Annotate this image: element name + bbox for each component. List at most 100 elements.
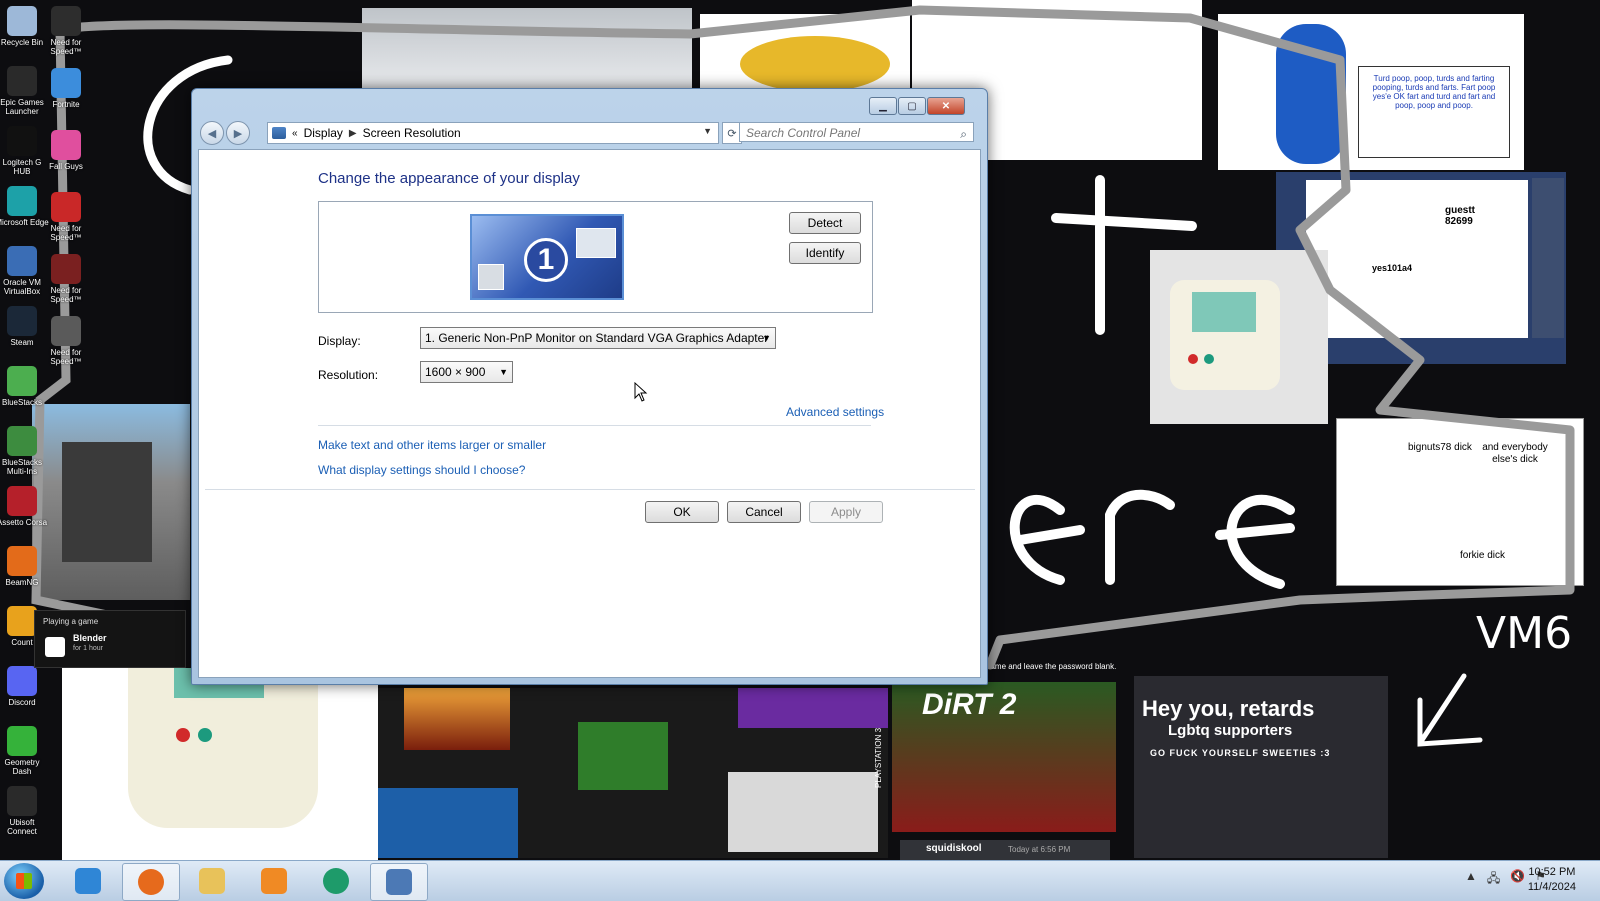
volume-muted-icon[interactable]: 🔇: [1510, 869, 1525, 890]
desktop-icon[interactable]: Ubisoft Connect: [0, 786, 50, 836]
desktop-icon[interactable]: BlueStacks Multi-Ins: [0, 426, 50, 476]
breadcrumb-display[interactable]: Display: [304, 126, 343, 140]
desktop-icon-label: Fortnite: [52, 100, 80, 109]
desktop-icon-label: Fall Guys: [49, 162, 83, 171]
app-icon: [7, 186, 37, 216]
bg-bignuts-text: bignuts78 dick: [1408, 442, 1472, 453]
clock[interactable]: 10:52 PM 11/4/2024: [1528, 865, 1576, 895]
app-icon: [7, 786, 37, 816]
bg-plush-photo: [1150, 250, 1328, 424]
advanced-settings-link[interactable]: Advanced settings: [786, 405, 884, 419]
desktop-icon[interactable]: Geometry Dash: [0, 726, 50, 776]
taskbar-media-player-button[interactable]: [246, 863, 302, 899]
back-button[interactable]: ◀: [200, 121, 224, 145]
bg-dirt2-text: DiRT 2: [922, 688, 1017, 721]
display-label: Display:: [318, 334, 361, 348]
app-icon: [7, 126, 37, 156]
forward-button[interactable]: ▶: [226, 121, 250, 145]
desktop-icon-label: BlueStacks Multi-Ins: [1, 458, 43, 476]
bg-guest-num: 82699: [1445, 216, 1473, 227]
bg-ps3-text: PLAYSTATION 3: [874, 727, 883, 788]
detect-button[interactable]: Detect: [789, 212, 861, 234]
bg-blue-cat-drawing: Turd poop, poop, turds and farting poopi…: [1218, 14, 1524, 170]
desktop-icon-label: Need for Speed™: [50, 38, 82, 56]
address-bar[interactable]: « Display ▶ Screen Resolution ▼: [267, 122, 719, 144]
desktop-icon[interactable]: Need for Speed™: [38, 192, 94, 242]
desktop-icon[interactable]: BlueStacks: [0, 366, 50, 407]
search-icon[interactable]: ⌕: [960, 124, 967, 144]
taskbar-firefox-button[interactable]: [122, 863, 180, 901]
playing-game-duration: for 1 hour: [73, 645, 103, 652]
show-hidden-icons-icon[interactable]: ▲: [1465, 869, 1477, 890]
desktop-icon-label: Discord: [8, 698, 36, 707]
taskbar-app-green-button[interactable]: [308, 863, 364, 899]
bg-squid-time: Today at 6:56 PM: [1008, 845, 1071, 854]
bg-lgbtq-text: Lgbtq supporters: [1168, 722, 1293, 739]
monitor-1-tile[interactable]: 1: [470, 214, 624, 300]
monitor-number: 1: [524, 238, 568, 282]
identify-button[interactable]: Identify: [789, 242, 861, 264]
app-green-icon: [323, 868, 349, 894]
monitor-arrangement-box: 1 Detect Identify: [318, 201, 873, 313]
control-panel-icon: [272, 127, 286, 139]
desktop-icon[interactable]: Discord: [0, 666, 50, 707]
app-icon: [7, 486, 37, 516]
desktop-icon[interactable]: Need for Speed™: [38, 6, 94, 56]
cancel-button[interactable]: Cancel: [727, 501, 801, 523]
bg-chat-screenshot: Hey you, retards Lgbtq supporters GO FUC…: [1134, 676, 1388, 858]
bg-collage-bottom: [378, 688, 888, 858]
desktop-icon[interactable]: Fortnite: [38, 68, 94, 109]
apply-button[interactable]: Apply: [809, 501, 883, 523]
app-icon: [7, 246, 37, 276]
bg-everybody-text: and everybody else's dick: [1482, 442, 1548, 465]
taskbar: ▲ 🖧 🔇 ⚑ 10:52 PM 11/4/2024: [0, 860, 1600, 901]
desktop-icon-label: Geometry Dash: [4, 758, 40, 776]
playing-game-heading: Playing a game: [43, 617, 99, 626]
desktop-icon[interactable]: BeamNG: [0, 546, 50, 587]
bg-car-photo: [362, 8, 692, 88]
bg-plush-bottom-left: [62, 668, 378, 860]
ok-button[interactable]: OK: [645, 501, 719, 523]
bg-dirt2-cover: DiRT 2: [892, 682, 1116, 832]
display-select[interactable]: 1. Generic Non-PnP Monitor on Standard V…: [420, 327, 776, 349]
desktop-icon[interactable]: Need for Speed™: [38, 316, 94, 366]
resolution-label: Resolution:: [318, 368, 379, 382]
desktop-icon[interactable]: Assetto Corsa: [0, 486, 50, 527]
bg-discord-footer: squidiskool Today at 6:56 PM: [900, 840, 1110, 860]
clock-time: 10:52 PM: [1528, 866, 1576, 878]
start-button[interactable]: [4, 863, 44, 899]
divider: [205, 489, 975, 490]
content-pane: Change the appearance of your display 1 …: [198, 149, 981, 678]
media-player-icon: [261, 868, 287, 894]
breadcrumb-screen-resolution[interactable]: Screen Resolution: [363, 126, 461, 140]
desktop-icon-label: Ubisoft Connect: [7, 818, 37, 836]
display-settings-help-link[interactable]: What display settings should I choose?: [318, 463, 525, 477]
taskbar-file-explorer-button[interactable]: [184, 863, 240, 899]
bg-yellow-face: [700, 14, 910, 92]
minimize-button[interactable]: ▁: [869, 97, 897, 115]
playing-game-card[interactable]: Playing a game Blender for 1 hour: [34, 610, 186, 668]
control-panel-icon: [386, 869, 412, 895]
network-icon[interactable]: 🖧: [1487, 869, 1500, 890]
text-size-link[interactable]: Make text and other items larger or smal…: [318, 438, 546, 452]
taskbar-control-panel-button[interactable]: [370, 863, 428, 901]
monitor-window-decoration-small: [478, 264, 504, 290]
display-select-value: 1. Generic Non-PnP Monitor on Standard V…: [425, 331, 769, 345]
windows-logo-icon: [16, 873, 32, 889]
close-button[interactable]: ✕: [927, 97, 965, 115]
mouse-cursor-icon: [634, 382, 648, 402]
maximize-button[interactable]: ▢: [898, 97, 926, 115]
search-input[interactable]: Search Control Panel ⌕: [739, 122, 974, 142]
desktop-icon[interactable]: Need for Speed™: [38, 254, 94, 304]
page-title: Change the appearance of your display: [318, 170, 580, 187]
app-icon: [7, 366, 37, 396]
resolution-select[interactable]: 1600 × 900 ▼: [420, 361, 513, 383]
desktop-icon[interactable]: Fall Guys: [38, 130, 94, 171]
taskbar-internet-explorer-button[interactable]: [60, 863, 116, 899]
app-icon: [51, 316, 81, 346]
address-dropdown-icon[interactable]: ▼: [703, 126, 712, 136]
app-icon: [51, 68, 81, 98]
app-icon: [51, 192, 81, 222]
app-icon: [51, 254, 81, 284]
desktop-icon-label: Need for Speed™: [50, 348, 82, 366]
